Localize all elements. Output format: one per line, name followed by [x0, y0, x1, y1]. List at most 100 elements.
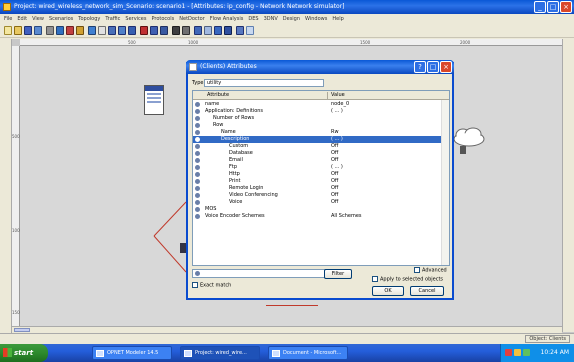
fail-link-icon[interactable] [76, 26, 84, 35]
minimize-button[interactable]: _ [534, 1, 546, 13]
menu-help[interactable]: Help [332, 14, 343, 24]
attribute-row[interactable]: Number of Rows [193, 115, 441, 122]
checkbox-box[interactable] [414, 267, 420, 273]
cloud-icon[interactable] [451, 126, 487, 148]
menu-design[interactable]: Design [283, 14, 300, 24]
attribute-row[interactable]: Custom Off [193, 143, 441, 150]
menu-traffic[interactable]: Traffic [105, 14, 120, 24]
close-button[interactable]: × [560, 1, 572, 13]
menu-protocols[interactable]: Protocols [151, 14, 174, 24]
menu-topology[interactable]: Topology [78, 14, 100, 24]
advanced-checkbox[interactable]: Advanced [414, 267, 447, 275]
menu-flow-analysis[interactable]: Flow Analysis [210, 14, 244, 24]
attribute-row[interactable]: Database Off [193, 150, 441, 157]
shield-icon[interactable] [505, 349, 512, 356]
zoom-out-icon[interactable] [128, 26, 136, 35]
maximize-button[interactable]: □ [547, 1, 559, 13]
menu-des[interactable]: DES [248, 14, 258, 24]
object-palette-icon[interactable] [56, 26, 64, 35]
application-config-node[interactable] [144, 85, 164, 115]
scroll-thumb[interactable] [14, 328, 30, 332]
attribute-value[interactable]: Off [331, 150, 338, 157]
attribute-row[interactable]: Ftp ( ... ) [193, 164, 441, 171]
attribute-value[interactable]: Off [331, 199, 338, 206]
attribute-row[interactable]: MOS [193, 206, 441, 213]
menu-view[interactable]: View [32, 14, 44, 24]
exact-match-checkbox[interactable]: Exact match [192, 282, 231, 290]
menu-services[interactable]: Services [125, 14, 146, 24]
checkbox-box[interactable] [192, 282, 198, 288]
attribute-row[interactable]: Description ( ... ) [193, 136, 441, 143]
attribute-row[interactable]: Name Rw [193, 129, 441, 136]
view-results-icon[interactable] [150, 26, 158, 35]
ok-button[interactable]: OK [372, 286, 404, 296]
task-item[interactable]: OPNET Modeler 14.5 [92, 346, 172, 360]
traffic-icon[interactable] [172, 26, 180, 35]
vertical-scrollbar[interactable] [562, 39, 574, 332]
attribute-value[interactable]: Rw [331, 129, 339, 136]
attribute-value[interactable]: ( ... ) [331, 164, 343, 171]
table-icon[interactable] [224, 26, 232, 35]
apply-selected-checkbox[interactable]: Apply to selected objects [372, 276, 443, 284]
menu-file[interactable]: File [4, 14, 12, 24]
attribute-value[interactable]: ( ... ) [331, 108, 343, 115]
help-icon[interactable] [236, 26, 244, 35]
attribute-value[interactable]: Off [331, 185, 338, 192]
attribute-value[interactable]: All Schemes [331, 213, 362, 220]
configure-run-icon[interactable] [140, 26, 148, 35]
filter-button[interactable]: Filter [324, 269, 352, 279]
dialog-maximize-button[interactable]: □ [427, 61, 439, 73]
print-icon[interactable] [46, 26, 54, 35]
menu-3dnv[interactable]: 3DNV [264, 14, 278, 24]
volume-icon[interactable] [523, 349, 530, 356]
filter-combo[interactable] [192, 269, 342, 278]
menu-netdoctor[interactable]: NetDoctor [179, 14, 205, 24]
new-file-icon[interactable] [4, 26, 12, 35]
save-icon[interactable] [24, 26, 32, 35]
table-scrollbar[interactable] [441, 100, 449, 265]
chart-icon[interactable] [214, 26, 222, 35]
attribute-row[interactable]: Http Off [193, 171, 441, 178]
cancel-button[interactable]: Cancel [410, 286, 444, 296]
attribute-row[interactable]: name node_0 [193, 101, 441, 108]
attribute-row[interactable]: Voice Encoder Schemes All Schemes [193, 213, 441, 220]
attribute-value[interactable]: ( ... ) [331, 136, 343, 143]
attribute-row[interactable]: Video Conferencing Off [193, 192, 441, 199]
flow-icon[interactable] [182, 26, 190, 35]
start-button[interactable]: start [0, 344, 48, 362]
attribute-value[interactable]: Off [331, 171, 338, 178]
attribute-row[interactable]: Print Off [193, 178, 441, 185]
server-node-icon[interactable] [460, 146, 466, 154]
column-header-value[interactable]: Value [331, 91, 345, 100]
attribute-value[interactable]: Off [331, 178, 338, 185]
attribute-row[interactable]: Voice Off [193, 199, 441, 206]
attribute-value[interactable]: Off [331, 143, 338, 150]
network-icon[interactable] [514, 349, 521, 356]
hide-show-graphs-icon[interactable] [160, 26, 168, 35]
annotation-icon[interactable] [246, 26, 254, 35]
attribute-row[interactable]: Application: Definitions ( ... ) [193, 108, 441, 115]
save-all-icon[interactable] [34, 26, 42, 35]
menu-scenarios[interactable]: Scenarios [49, 14, 73, 24]
grid-icon[interactable] [194, 26, 202, 35]
return-parent-icon[interactable] [98, 26, 106, 35]
attribute-value[interactable]: Off [331, 192, 338, 199]
attribute-row[interactable]: Email Off [193, 157, 441, 164]
task-item[interactable]: Document - Microsoft... [268, 346, 348, 360]
attribute-row[interactable]: Remote Login Off [193, 185, 441, 192]
recover-link-icon[interactable] [88, 26, 96, 35]
zoom-icon[interactable] [108, 26, 116, 35]
attribute-row[interactable]: Row [193, 122, 441, 129]
zoom-in-icon[interactable] [118, 26, 126, 35]
attribute-value[interactable]: Off [331, 157, 338, 164]
attribute-value[interactable]: node_0 [331, 101, 349, 108]
link-line[interactable] [266, 305, 318, 306]
dialog-close-button[interactable]: × [440, 61, 452, 73]
menu-windows[interactable]: Windows [305, 14, 327, 24]
layout-icon[interactable] [204, 26, 212, 35]
column-header-attribute[interactable]: Attribute [207, 91, 229, 100]
open-folder-icon[interactable] [14, 26, 22, 35]
dialog-help-button[interactable]: ? [414, 61, 426, 73]
task-item[interactable]: Project: wired_wire... [180, 346, 260, 360]
check-links-icon[interactable] [66, 26, 74, 35]
